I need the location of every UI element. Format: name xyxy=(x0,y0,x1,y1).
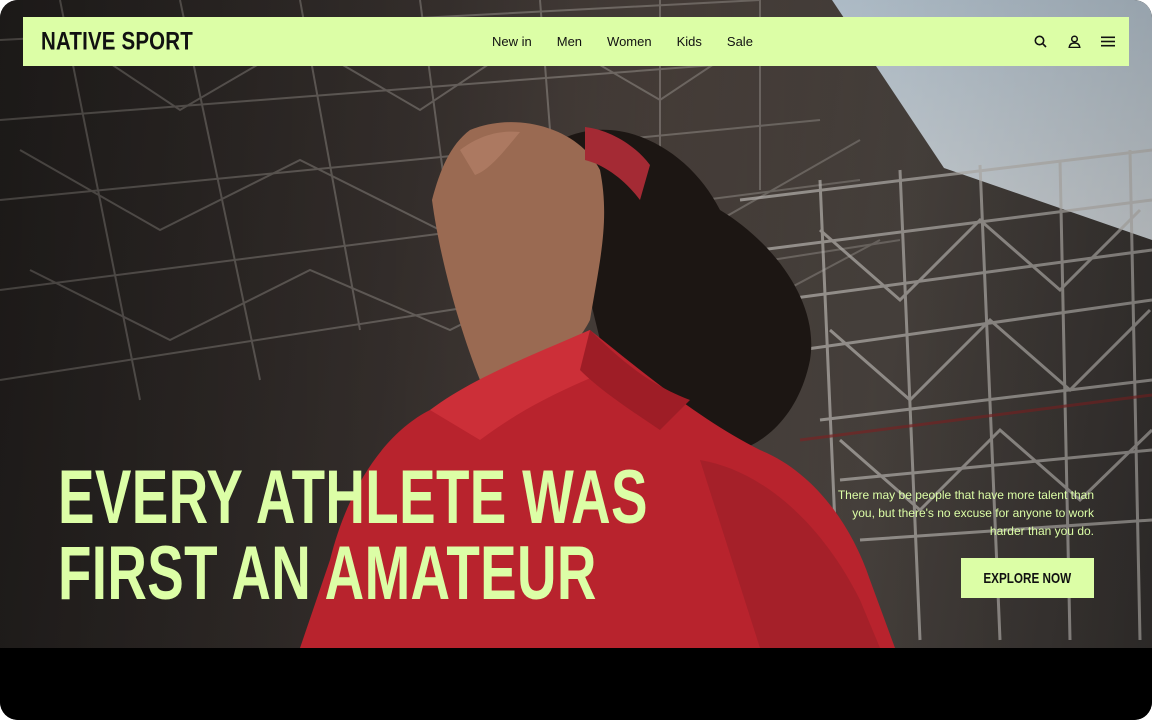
menu-icon[interactable] xyxy=(1101,35,1115,49)
nav-link-men[interactable]: Men xyxy=(557,34,582,49)
explore-now-label: EXPLORE NOW xyxy=(983,569,1072,587)
nav-link-kids[interactable]: Kids xyxy=(677,34,702,49)
headline-line-2: FIRST AN AMATEUR xyxy=(58,531,597,616)
hero-section: NATIVE SPORT New in Men Women Kids Sale xyxy=(0,0,1152,648)
user-icon[interactable] xyxy=(1067,35,1081,49)
nav-icons xyxy=(1033,17,1115,66)
top-navbar: NATIVE SPORT New in Men Women Kids Sale xyxy=(23,17,1129,66)
brand-logo[interactable]: NATIVE SPORT xyxy=(41,27,193,56)
nav-link-new-in[interactable]: New in xyxy=(492,34,532,49)
bottom-black-band xyxy=(0,648,1152,720)
hero-headline: EVERY ATHLETE WAS FIRST AN AMATEUR xyxy=(58,460,648,612)
nav-link-sale[interactable]: Sale xyxy=(727,34,753,49)
page-frame: NATIVE SPORT New in Men Women Kids Sale xyxy=(0,0,1152,720)
hero-tagline: There may be people that have more talen… xyxy=(837,488,1094,538)
nav-links: New in Men Women Kids Sale xyxy=(492,17,778,66)
nav-link-women[interactable]: Women xyxy=(607,34,652,49)
explore-now-button[interactable]: EXPLORE NOW xyxy=(961,558,1094,598)
headline-line-1: EVERY ATHLETE WAS xyxy=(58,455,648,540)
search-icon[interactable] xyxy=(1033,35,1047,49)
